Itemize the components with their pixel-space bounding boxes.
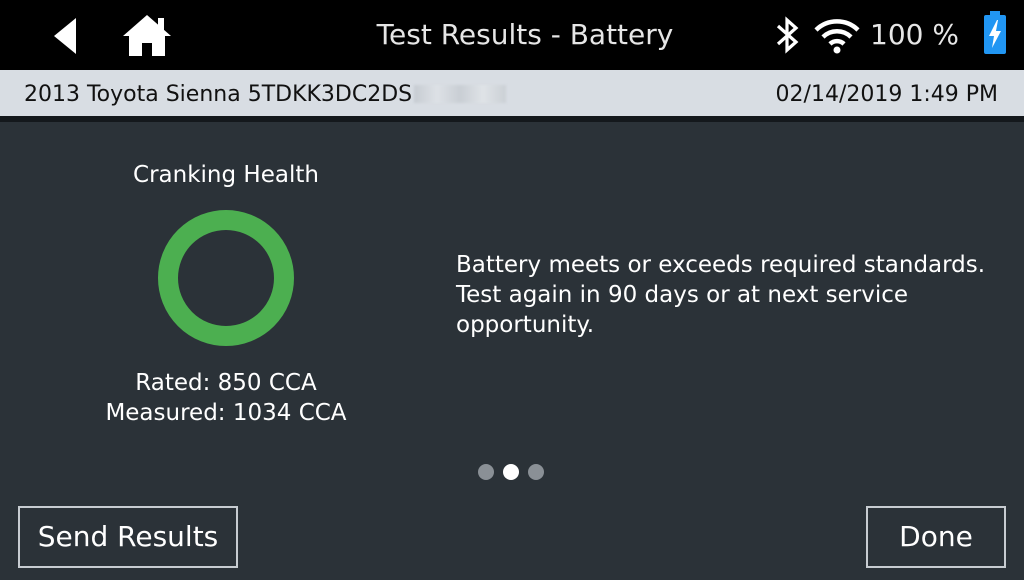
vehicle-text: 2013 Toyota Sienna 5TDKK3DC2DS — [24, 82, 413, 107]
gauge-label: Cranking Health — [133, 162, 319, 188]
battery-charging-icon — [984, 11, 1006, 54]
page-dot-2[interactable] — [503, 464, 519, 480]
bluetooth-icon — [776, 16, 799, 54]
page-dot-1[interactable] — [478, 464, 494, 480]
home-icon — [123, 15, 171, 56]
page-dot-3[interactable] — [528, 464, 544, 480]
wifi-icon — [814, 19, 860, 54]
vehicle-info-bar: 2013 Toyota Sienna 5TDKK3DC2DS 02/14/201… — [0, 70, 1024, 116]
home-button[interactable] — [120, 12, 174, 58]
page-title: Test Results - Battery — [376, 18, 674, 51]
vin-redaction — [414, 85, 507, 103]
divider — [0, 116, 1024, 122]
measured-cca: Measured: 1034 CCA — [105, 400, 347, 426]
done-button[interactable]: Done — [866, 506, 1006, 568]
send-results-button[interactable]: Send Results — [18, 506, 238, 568]
rated-cca: Rated: 850 CCA — [135, 370, 317, 396]
battery-percentage: 100 % — [870, 18, 959, 51]
back-arrow-icon — [54, 18, 76, 54]
vehicle-description: 2013 Toyota Sienna 5TDKK3DC2DS — [24, 82, 507, 107]
result-message: Battery meets or exceeds required standa… — [456, 252, 986, 338]
back-button[interactable] — [44, 14, 88, 58]
test-datetime: 02/14/2019 1:49 PM — [775, 82, 998, 107]
cranking-health-gauge — [158, 210, 294, 346]
top-bar: Test Results - Battery 100 % — [0, 0, 1024, 70]
page-indicator — [478, 464, 548, 482]
